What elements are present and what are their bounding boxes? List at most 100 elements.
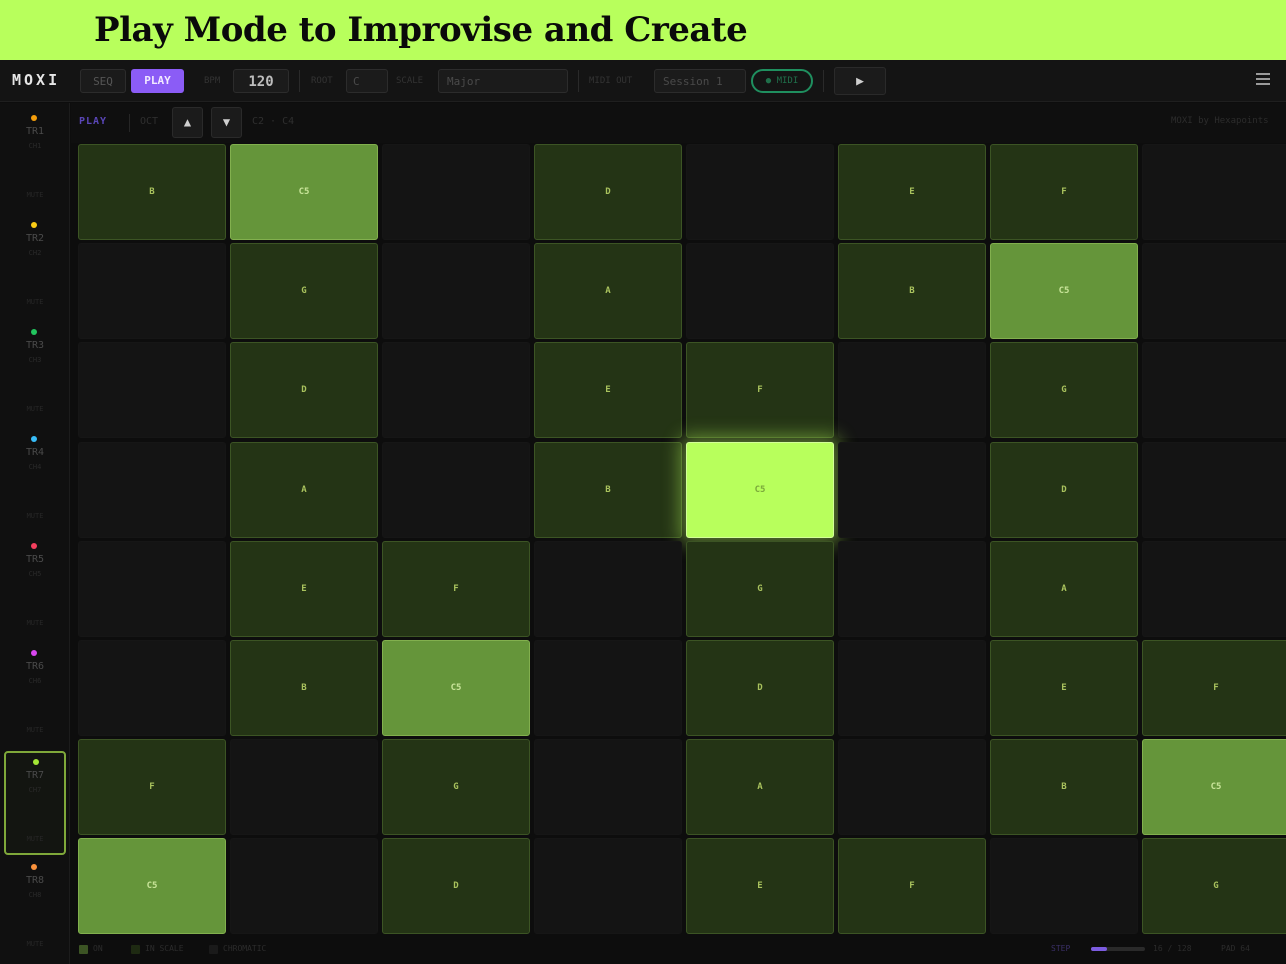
pad-r5-c1[interactable] [78,541,226,637]
track-mute-button[interactable]: MUTE [4,298,66,306]
pad-r4-c5[interactable]: C5 [686,442,834,538]
pad-r8-c6[interactable]: F [838,838,986,934]
pad-r8-c3[interactable]: D [382,838,530,934]
pad-r1-c4[interactable]: D [534,144,682,240]
pad-r1-c2[interactable]: C5 [230,144,378,240]
track-7[interactable]: TR7 CH7 MUTE [4,751,66,855]
pad-r4-c4[interactable]: B [534,442,682,538]
pad-r3-c2[interactable]: D [230,342,378,438]
pad-r6-c7[interactable]: E [990,640,1138,736]
pad-r4-c1[interactable] [78,442,226,538]
track-color-dot [31,543,37,549]
pad-r3-c5[interactable]: F [686,342,834,438]
pad-r3-c1[interactable] [78,342,226,438]
track-5[interactable]: TR5 CH5 MUTE [4,537,66,641]
pad-r4-c2[interactable]: A [230,442,378,538]
pad-r6-c8[interactable]: F [1142,640,1286,736]
pad-r7-c3[interactable]: G [382,739,530,835]
pad-r3-c6[interactable] [838,342,986,438]
title-banner: Play Mode to Improvise and Create [0,0,1286,60]
pad-r5-c4[interactable] [534,541,682,637]
bpm-input[interactable]: 120 [233,69,289,93]
octave-down-button[interactable]: ▼ [211,107,242,138]
pad-r2-c3[interactable] [382,243,530,339]
pad-r7-c7[interactable]: B [990,739,1138,835]
octave-up-button[interactable]: ▲ [172,107,203,138]
pad-r4-c6[interactable] [838,442,986,538]
pad-r8-c5[interactable]: E [686,838,834,934]
pad-r2-c5[interactable] [686,243,834,339]
pad-r5-c3[interactable]: F [382,541,530,637]
pad-r3-c7[interactable]: G [990,342,1138,438]
play-transport-button[interactable]: ▶ [834,67,886,95]
pad-r5-c5[interactable]: G [686,541,834,637]
track-mute-button[interactable]: MUTE [4,512,66,520]
track-1[interactable]: TR1 CH1 MUTE [4,109,66,213]
pad-r7-c6[interactable] [838,739,986,835]
pad-r2-c4[interactable]: A [534,243,682,339]
track-6[interactable]: TR6 CH6 MUTE [4,644,66,748]
pad-r8-c8[interactable]: G [1142,838,1286,934]
pad-r3-c8[interactable] [1142,342,1286,438]
pad-r1-c3[interactable] [382,144,530,240]
pad-r1-c6[interactable]: E [838,144,986,240]
pad-r1-c1[interactable]: B [78,144,226,240]
pad-note-label: B [909,286,915,296]
play-mode-button[interactable]: PLAY [131,69,184,93]
track-2[interactable]: TR2 CH2 MUTE [4,216,66,320]
track-mute-button[interactable]: MUTE [4,726,66,734]
pad-r6-c5[interactable]: D [686,640,834,736]
pad-r7-c2[interactable] [230,739,378,835]
pad-r5-c7[interactable]: A [990,541,1138,637]
track-channel: CH5 [28,570,42,578]
pad-r6-c1[interactable] [78,640,226,736]
pad-r3-c4[interactable]: E [534,342,682,438]
pad-r8-c2[interactable] [230,838,378,934]
mode-indicator: PLAY [79,116,108,127]
pad-r5-c8[interactable] [1142,541,1286,637]
midi-status-toggle[interactable]: ● MIDI [751,69,813,93]
pad-r5-c2[interactable]: E [230,541,378,637]
track-mute-button[interactable]: MUTE [4,191,66,199]
track-mute-button[interactable]: MUTE [4,940,66,948]
pad-r4-c8[interactable] [1142,442,1286,538]
pad-r4-c7[interactable]: D [990,442,1138,538]
pad-note-label: D [453,881,459,891]
track-mute-button[interactable]: MUTE [4,619,66,627]
root-select[interactable]: C [346,69,388,93]
pad-r2-c1[interactable] [78,243,226,339]
pad-r6-c6[interactable] [838,640,986,736]
track-mute-button[interactable]: MUTE [4,405,66,413]
pad-note-label: C5 [298,187,310,197]
pad-r2-c8[interactable] [1142,243,1286,339]
pad-r6-c2[interactable]: B [230,640,378,736]
track-mute-button[interactable]: MUTE [6,835,64,843]
track-8[interactable]: TR8 CH8 MUTE [4,858,66,962]
pad-r2-c2[interactable]: G [230,243,378,339]
pad-r2-c6[interactable]: B [838,243,986,339]
seq-mode-button[interactable]: SEQ [80,69,126,93]
track-3[interactable]: TR3 CH3 MUTE [4,323,66,427]
pad-r5-c6[interactable] [838,541,986,637]
track-4[interactable]: TR4 CH4 MUTE [4,430,66,534]
pad-r8-c1[interactable]: C5 [78,838,226,934]
pad-r1-c8[interactable] [1142,144,1286,240]
pad-note-label: F [909,881,915,891]
pad-r4-c3[interactable] [382,442,530,538]
pad-r1-c7[interactable]: F [990,144,1138,240]
pad-r8-c7[interactable] [990,838,1138,934]
midi-out-select[interactable]: Session 1 [654,69,746,93]
pad-r3-c3[interactable] [382,342,530,438]
pad-r1-c5[interactable] [686,144,834,240]
hamburger-menu-icon[interactable] [1256,71,1270,87]
scale-select[interactable]: Major [438,69,568,93]
pad-r2-c7[interactable]: C5 [990,243,1138,339]
step-progress-bar[interactable] [1091,947,1145,951]
pad-r7-c8[interactable]: C5 [1142,739,1286,835]
pad-r7-c5[interactable]: A [686,739,834,835]
pad-r6-c3[interactable]: C5 [382,640,530,736]
pad-r7-c1[interactable]: F [78,739,226,835]
pad-r6-c4[interactable] [534,640,682,736]
pad-r7-c4[interactable] [534,739,682,835]
pad-r8-c4[interactable] [534,838,682,934]
